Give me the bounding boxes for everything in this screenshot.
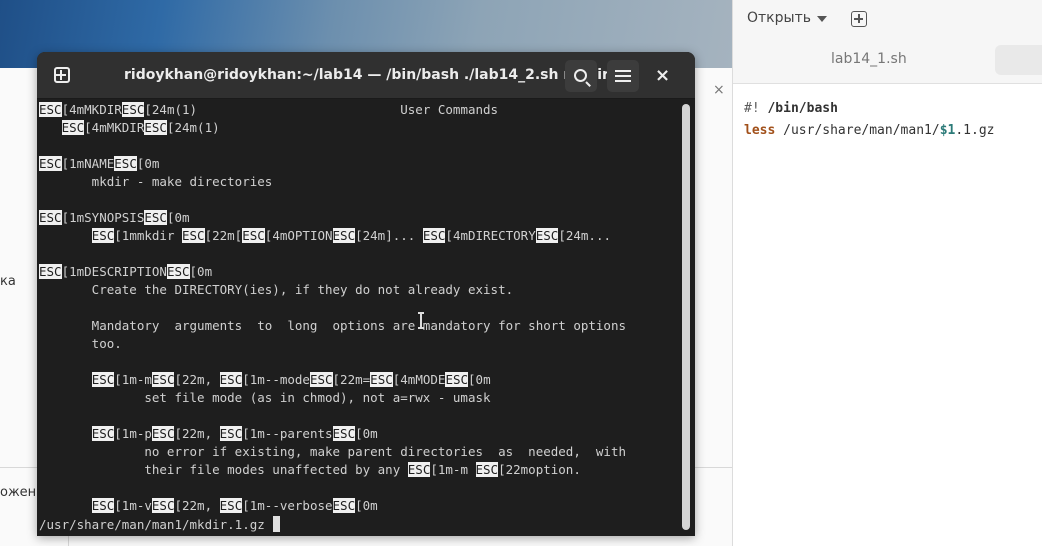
esc-marker: ESC [91, 498, 115, 513]
esc-marker: ESC [445, 372, 469, 387]
esc-marker: ESC [407, 462, 431, 477]
code-line-2: less /usr/share/man/man1/$1.1.gz [744, 123, 995, 138]
terminal-line: ESC[1m-mESC[22m, ESC[1m--modeESC[22m=ESC… [91, 372, 491, 387]
esc-marker: ESC [422, 228, 446, 243]
terminal-title: ridoykhan@ridoykhan:~/lab14 — /bin/bash … [124, 67, 609, 83]
esc-marker: ESC [535, 228, 559, 243]
terminal-line: Create the DIRECTORY(ies), if they do no… [39, 282, 514, 297]
esc-marker: ESC [61, 120, 85, 135]
close-button[interactable]: × [655, 65, 670, 86]
text-editor-window: Открыть lab14_1.sh #! /bin/bash less /us… [732, 0, 1042, 546]
esc-marker: ESC [475, 462, 499, 477]
terminal-line: ESC[1mDESCRIPTIONESC[0m [39, 264, 213, 279]
editor-header: Открыть [733, 0, 1042, 40]
esc-marker: ESC [91, 426, 115, 441]
esc-marker: ESC [91, 372, 115, 387]
terminal-line: ESC[1mSYNOPSISESC[0m [39, 210, 190, 225]
esc-marker: ESC [332, 426, 356, 441]
esc-marker: ESC [144, 120, 167, 135]
close-icon[interactable]: × [713, 82, 725, 98]
text-cursor [273, 516, 281, 532]
tab-other[interactable] [995, 45, 1042, 75]
esc-marker: ESC [242, 228, 265, 243]
scrollbar[interactable] [682, 104, 690, 530]
terminal-line: no error if existing, make parent direct… [39, 444, 626, 459]
search-icon [573, 68, 587, 82]
esc-marker: ESC [219, 498, 243, 513]
esc-marker: ESC [219, 372, 243, 387]
shebang-line: #! /bin/bash [744, 101, 838, 116]
terminal-line: their file modes unaffected by any ESC[1… [39, 462, 581, 477]
editor-tab-bar: lab14_1.sh [733, 40, 1042, 84]
esc-marker: ESC [182, 228, 205, 243]
esc-marker: ESC [39, 264, 62, 279]
pager-status-line: /usr/share/man/man1/mkdir.1.gz [39, 516, 282, 534]
esc-marker: ESC [39, 210, 62, 225]
esc-marker: ESC [151, 372, 175, 387]
terminal-window: ridoykhan@ridoykhan:~/lab14 — /bin/bash … [37, 52, 695, 536]
terminal-line: mkdir - make directories [39, 174, 273, 189]
menu-button[interactable] [607, 60, 639, 92]
terminal-line: ESC[4mMKDIRESC[24m(1) User Commands [39, 102, 499, 117]
terminal-line: ESC[1mmkdir ESC[22m[ESC[4mOPTIONESC[24m]… [91, 228, 611, 243]
esc-marker: ESC [332, 228, 356, 243]
terminal-output[interactable]: ESC[4mMKDIRESC[24m(1) User Commands ESC[… [39, 101, 679, 536]
new-document-button[interactable] [851, 11, 867, 27]
esc-marker: ESC [39, 102, 62, 117]
esc-marker: ESC [370, 372, 393, 387]
hamburger-menu-icon [615, 70, 631, 82]
esc-marker: ESC [219, 426, 243, 441]
open-button[interactable]: Открыть [747, 10, 827, 26]
open-label: Открыть [747, 10, 811, 26]
esc-marker: ESC [39, 156, 62, 171]
esc-marker: ESC [309, 372, 333, 387]
esc-marker: ESC [166, 264, 190, 279]
esc-marker: ESC [144, 210, 167, 225]
esc-marker: ESC [151, 498, 175, 513]
esc-marker: ESC [114, 156, 137, 171]
new-tab-button[interactable] [49, 62, 75, 88]
tab-lab14-1[interactable]: lab14_1.sh [831, 51, 907, 67]
chevron-down-icon [816, 16, 827, 22]
code-area[interactable]: #! /bin/bash less /usr/share/man/man1/$1… [744, 98, 994, 142]
ibeam-cursor-icon [418, 312, 424, 329]
background-text-fragment: ка [0, 274, 16, 289]
terminal-header-bar: ridoykhan@ridoykhan:~/lab14 — /bin/bash … [37, 52, 695, 99]
esc-marker: ESC [121, 102, 145, 117]
plus-icon [54, 67, 70, 83]
terminal-line: ESC[4mMKDIRESC[24m(1) [61, 120, 220, 135]
terminal-line: ESC[1m-pESC[22m, ESC[1m--parentsESC[0m [91, 426, 378, 441]
esc-marker: ESC [91, 228, 115, 243]
terminal-line: ESC[1mNAMEESC[0m [39, 156, 160, 171]
terminal-line: Mandatory arguments to long options are … [39, 318, 626, 333]
terminal-line: ESC[1m-vESC[22m, ESC[1m--verboseESC[0m [91, 498, 378, 513]
esc-marker: ESC [151, 426, 175, 441]
terminal-line: set file mode (as in chmod), not a=rwx -… [39, 390, 491, 405]
terminal-line: too. [39, 336, 122, 351]
search-button[interactable] [565, 60, 597, 92]
esc-marker: ESC [332, 498, 356, 513]
